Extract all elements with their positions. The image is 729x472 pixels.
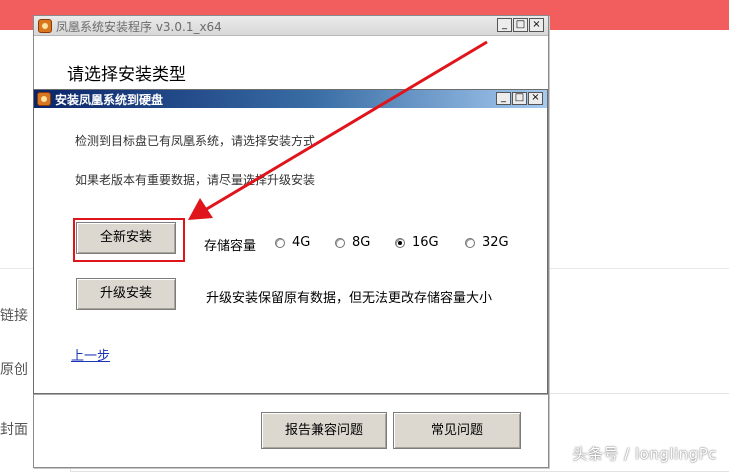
radio-icon[interactable] [395, 237, 405, 248]
app-icon [38, 19, 52, 33]
radio-icon[interactable] [465, 237, 475, 248]
back-link[interactable]: 上一步 [71, 345, 110, 364]
radio-icon[interactable] [275, 237, 285, 248]
dialog-title: 安装凤凰系统到硬盘 [55, 93, 164, 107]
faq-button[interactable]: 常见问题 [393, 412, 521, 449]
storage-option-4g[interactable]: 4G [275, 235, 310, 250]
installer-titlebar[interactable]: 凤凰系统安装程序 v3.0.1_x64 _ □ × [34, 16, 548, 36]
window-controls: _ □ × [497, 18, 544, 32]
storage-option-label: 8G [352, 235, 371, 250]
backup-advice: 如果老版本有重要数据，请尽量选择升级安装 [75, 173, 316, 187]
dialog-close-button[interactable]: × [528, 92, 543, 105]
close-button[interactable]: × [529, 18, 544, 32]
storage-option-label: 32G [482, 235, 509, 250]
detected-message: 检测到目标盘已有凤凰系统，请选择安装方式 [75, 134, 316, 148]
dialog-minimize-button[interactable]: _ [496, 92, 511, 105]
storage-option-label: 16G [412, 235, 439, 250]
storage-option-32g[interactable]: 32G [465, 235, 509, 250]
maximize-button[interactable]: □ [513, 18, 528, 32]
dialog-maximize-button[interactable]: □ [512, 92, 527, 105]
radio-icon[interactable] [335, 237, 345, 248]
dialog-titlebar[interactable]: 安装凤凰系统到硬盘 _ □ × [34, 90, 547, 108]
install-dialog: 安装凤凰系统到硬盘 _ □ × 检测到目标盘已有凤凰系统，请选择安装方式 如果老… [33, 89, 548, 394]
upgrade-install-button[interactable]: 升级安装 [76, 278, 176, 310]
app-icon [37, 92, 51, 106]
upgrade-note: 升级安装保留原有数据，但无法更改存储容量大小 [206, 291, 493, 306]
storage-option-label: 4G [292, 235, 311, 250]
page-heading: 请选择安装类型 [67, 65, 186, 85]
watermark: 头条号 / longlingPc [572, 445, 717, 463]
installer-title: 凤凰系统安装程序 v3.0.1_x64 [56, 20, 222, 34]
bg-label-original: 原创 [0, 362, 28, 378]
minimize-button[interactable]: _ [497, 18, 512, 32]
storage-capacity-label: 存储容量 [204, 239, 257, 254]
bg-label-cover: 封面 [0, 422, 28, 438]
bg-label-link: 链接 [0, 308, 28, 324]
highlight-box [73, 218, 185, 262]
report-compat-button[interactable]: 报告兼容问题 [261, 412, 387, 449]
storage-option-8g[interactable]: 8G [335, 235, 370, 250]
storage-option-16g[interactable]: 16G [395, 235, 439, 250]
dialog-window-controls: _ □ × [496, 92, 543, 105]
footer-divider [34, 394, 548, 395]
